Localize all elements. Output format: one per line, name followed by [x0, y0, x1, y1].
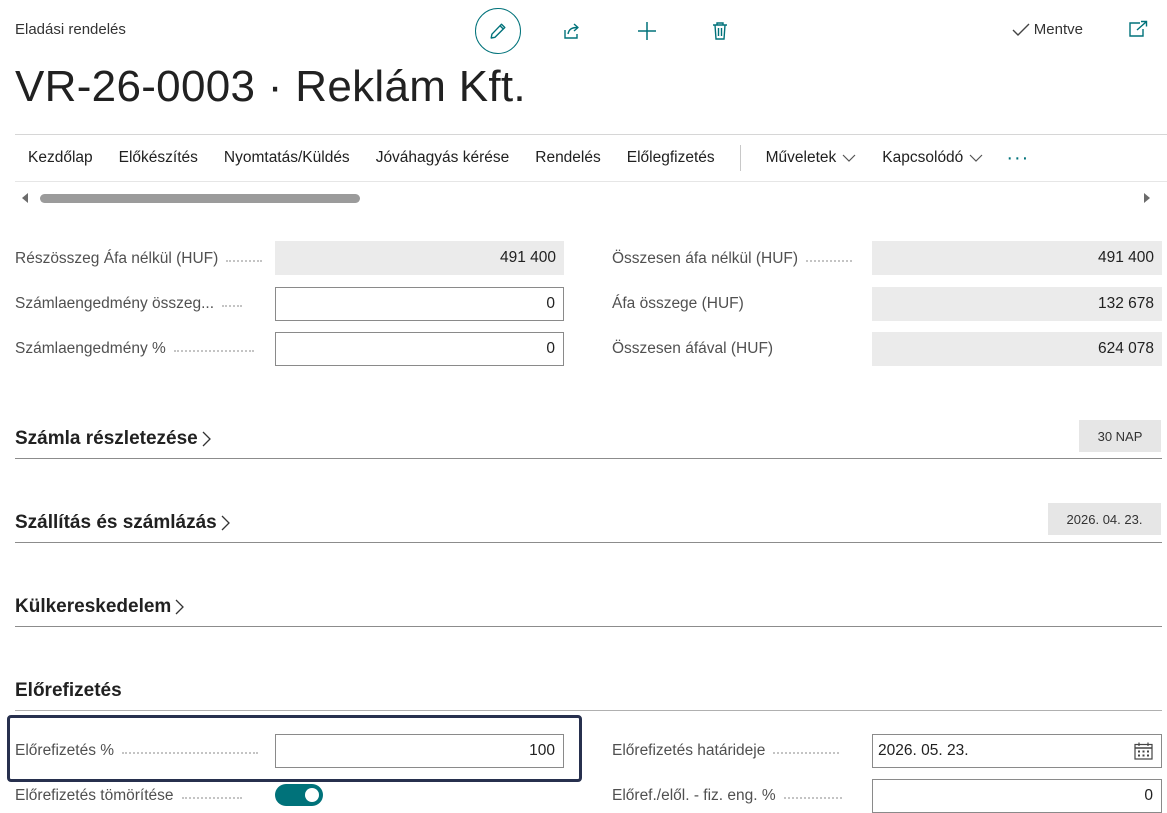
breadcrumb: Eladási rendelés: [15, 21, 126, 38]
saved-label: Mentve: [1033, 21, 1083, 38]
total-excl-vat-label-text: Összesen áfa nélkül (HUF): [612, 250, 799, 267]
action-menu-related-label: Kapcsolódó: [882, 149, 964, 166]
share-icon: [564, 23, 579, 39]
payment-terms-badge: 30 NAP: [1079, 420, 1161, 452]
popout-button[interactable]: [1127, 18, 1149, 40]
subtotal-label-text: Részösszeg Áfa nélkül (HUF): [15, 250, 219, 267]
section-invoice-details-title: Számla részletezése: [15, 428, 198, 449]
invoice-discount-amount-label-text: Számlaengedmény összeg...: [15, 295, 215, 312]
compress-prepayment-toggle[interactable]: [275, 784, 323, 806]
section-foreign-trade[interactable]: Külkereskedelem: [15, 596, 185, 618]
saved-status: Mentve: [1012, 21, 1083, 38]
total-incl-vat-label: Összesen áfával (HUF): [612, 340, 773, 358]
chevron-down-icon: [842, 154, 856, 162]
section-shipping-billing[interactable]: Szállítás és számlázás: [15, 512, 230, 534]
action-bar: Kezdőlap Előkészítés Nyomtatás/Küldés Jó…: [15, 134, 1167, 182]
action-order[interactable]: Rendelés: [522, 149, 614, 167]
share-button[interactable]: [549, 8, 595, 54]
invoice-discount-pct-label: Számlaengedmény %: [15, 340, 254, 358]
prepayment-due-date-input[interactable]: 2026. 05. 23.: [872, 734, 1162, 768]
scroll-right-arrow-icon[interactable]: [1144, 193, 1150, 203]
prepayment-due-date-label: Előrefizetés határideje: [612, 742, 840, 760]
vat-amount-label: Áfa összege (HUF): [612, 295, 744, 313]
section-prepayment-title: Előrefizetés: [15, 680, 122, 701]
action-home[interactable]: Kezdőlap: [15, 149, 106, 167]
more-options-icon[interactable]: ···: [996, 147, 1039, 170]
delete-icon: [713, 22, 727, 40]
invoice-discount-pct-input[interactable]: 0: [275, 332, 564, 366]
chevron-right-icon: [221, 515, 230, 531]
section-prepayment[interactable]: Előrefizetés: [15, 680, 122, 702]
invoice-discount-amount-input[interactable]: 0: [275, 287, 564, 321]
chevron-down-icon: [969, 154, 983, 162]
shipment-date-badge: 2026. 04. 23.: [1048, 503, 1161, 535]
vat-amount-label-text: Áfa összege (HUF): [612, 295, 744, 312]
invoice-discount-amount-label: Számlaengedmény összeg...: [15, 295, 243, 313]
action-prepare[interactable]: Előkészítés: [106, 149, 211, 167]
chevron-right-icon: [175, 599, 185, 615]
calendar-icon[interactable]: [1134, 742, 1153, 760]
prepayment-discount-pct-input[interactable]: 0: [872, 779, 1162, 813]
section-invoice-details[interactable]: Számla részletezése: [15, 428, 211, 450]
plus-icon: [638, 22, 656, 40]
total-incl-vat-label-text: Összesen áfával (HUF): [612, 340, 774, 357]
prepayment-discount-pct-label-text: Előref./elől. - fiz. eng. %: [612, 787, 776, 804]
subtotal-label: Részösszeg Áfa nélkül (HUF): [15, 250, 263, 268]
subtotal-value: 491 400: [275, 241, 564, 275]
chevron-right-icon: [202, 431, 211, 447]
invoice-discount-pct-label-text: Számlaengedmény %: [15, 340, 166, 357]
toggle-knob: [305, 788, 319, 802]
action-print-send[interactable]: Nyomtatás/Küldés: [211, 149, 363, 167]
prepayment-due-date-value: 2026. 05. 23.: [878, 742, 969, 759]
section-divider: [15, 710, 1162, 711]
action-menu-actions[interactable]: Műveletek: [753, 149, 870, 167]
section-foreign-trade-title: Külkereskedelem: [15, 596, 172, 617]
page-title: VR-26-0003 · Reklám Kft.: [15, 62, 526, 111]
section-shipping-billing-title: Szállítás és számlázás: [15, 512, 217, 533]
section-divider: [15, 542, 1162, 543]
section-divider: [15, 458, 1162, 459]
scroll-left-arrow-icon[interactable]: [22, 193, 28, 203]
action-request-approval[interactable]: Jóváhagyás kérése: [363, 149, 523, 167]
vat-amount-value: 132 678: [872, 287, 1162, 321]
total-excl-vat-value: 491 400: [872, 241, 1162, 275]
popout-icon: [1129, 20, 1148, 37]
prepayment-due-date-label-text: Előrefizetés határideje: [612, 742, 766, 759]
action-menu-related[interactable]: Kapcsolódó: [869, 149, 996, 167]
section-divider: [15, 626, 1162, 627]
total-incl-vat-value: 624 078: [872, 332, 1162, 366]
action-menu-actions-label: Műveletek: [765, 149, 837, 166]
delete-button[interactable]: [697, 8, 743, 54]
total-excl-vat-label: Összesen áfa nélkül (HUF): [612, 250, 853, 268]
check-icon: [1012, 23, 1030, 36]
edit-icon: [490, 23, 506, 39]
action-separator: [739, 145, 741, 171]
scrollbar-thumb[interactable]: [40, 194, 360, 203]
focus-highlight-box: [7, 715, 582, 782]
compress-prepayment-label: Előrefizetés tömörítése: [15, 787, 242, 805]
prepayment-discount-pct-label: Előref./elől. - fiz. eng. %: [612, 787, 842, 805]
action-prepayment[interactable]: Előlegfizetés: [614, 149, 728, 167]
new-button[interactable]: [624, 8, 670, 54]
edit-button[interactable]: [475, 8, 521, 54]
compress-prepayment-label-text: Előrefizetés tömörítése: [15, 787, 174, 804]
